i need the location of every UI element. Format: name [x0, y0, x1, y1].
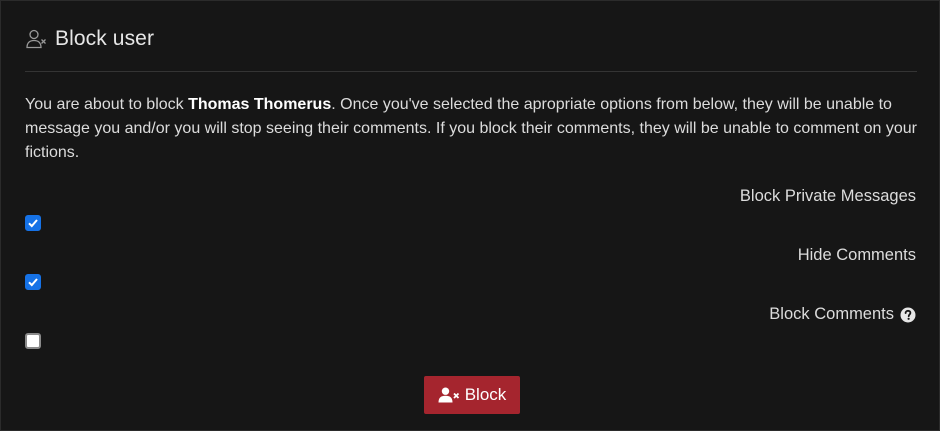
- block-user-modal: Block user You are about to block Thomas…: [0, 0, 940, 431]
- block-private-messages-checkbox[interactable]: [25, 215, 41, 231]
- option-label-text: Block Private Messages: [739, 187, 916, 205]
- description-prefix: You are about to block: [25, 96, 189, 113]
- block-description: You are about to block Thomas Thomerus. …: [25, 93, 920, 165]
- block-comments-checkbox[interactable]: [25, 333, 41, 349]
- blocked-username: Thomas Thomerus: [188, 96, 332, 113]
- option-label-block-private-messages: Block Private Messages: [740, 187, 916, 206]
- question-circle-icon[interactable]: [900, 307, 916, 323]
- modal-title: Block user: [55, 27, 155, 50]
- modal-header: Block user: [25, 25, 154, 53]
- checkmark-icon: [28, 278, 38, 287]
- user-times-icon: [26, 29, 46, 49]
- option-label-block-comments: Block Comments: [769, 305, 916, 324]
- block-button[interactable]: Block: [424, 376, 520, 414]
- option-label-text: Block Comments: [769, 305, 894, 323]
- option-label-hide-comments: Hide Comments: [798, 246, 916, 265]
- user-times-icon: [438, 387, 459, 403]
- hide-comments-checkbox[interactable]: [25, 274, 41, 290]
- option-label-text: Hide Comments: [797, 246, 916, 264]
- header-divider: [25, 71, 917, 72]
- block-button-label: Block: [464, 385, 507, 404]
- checkmark-icon: [28, 219, 38, 228]
